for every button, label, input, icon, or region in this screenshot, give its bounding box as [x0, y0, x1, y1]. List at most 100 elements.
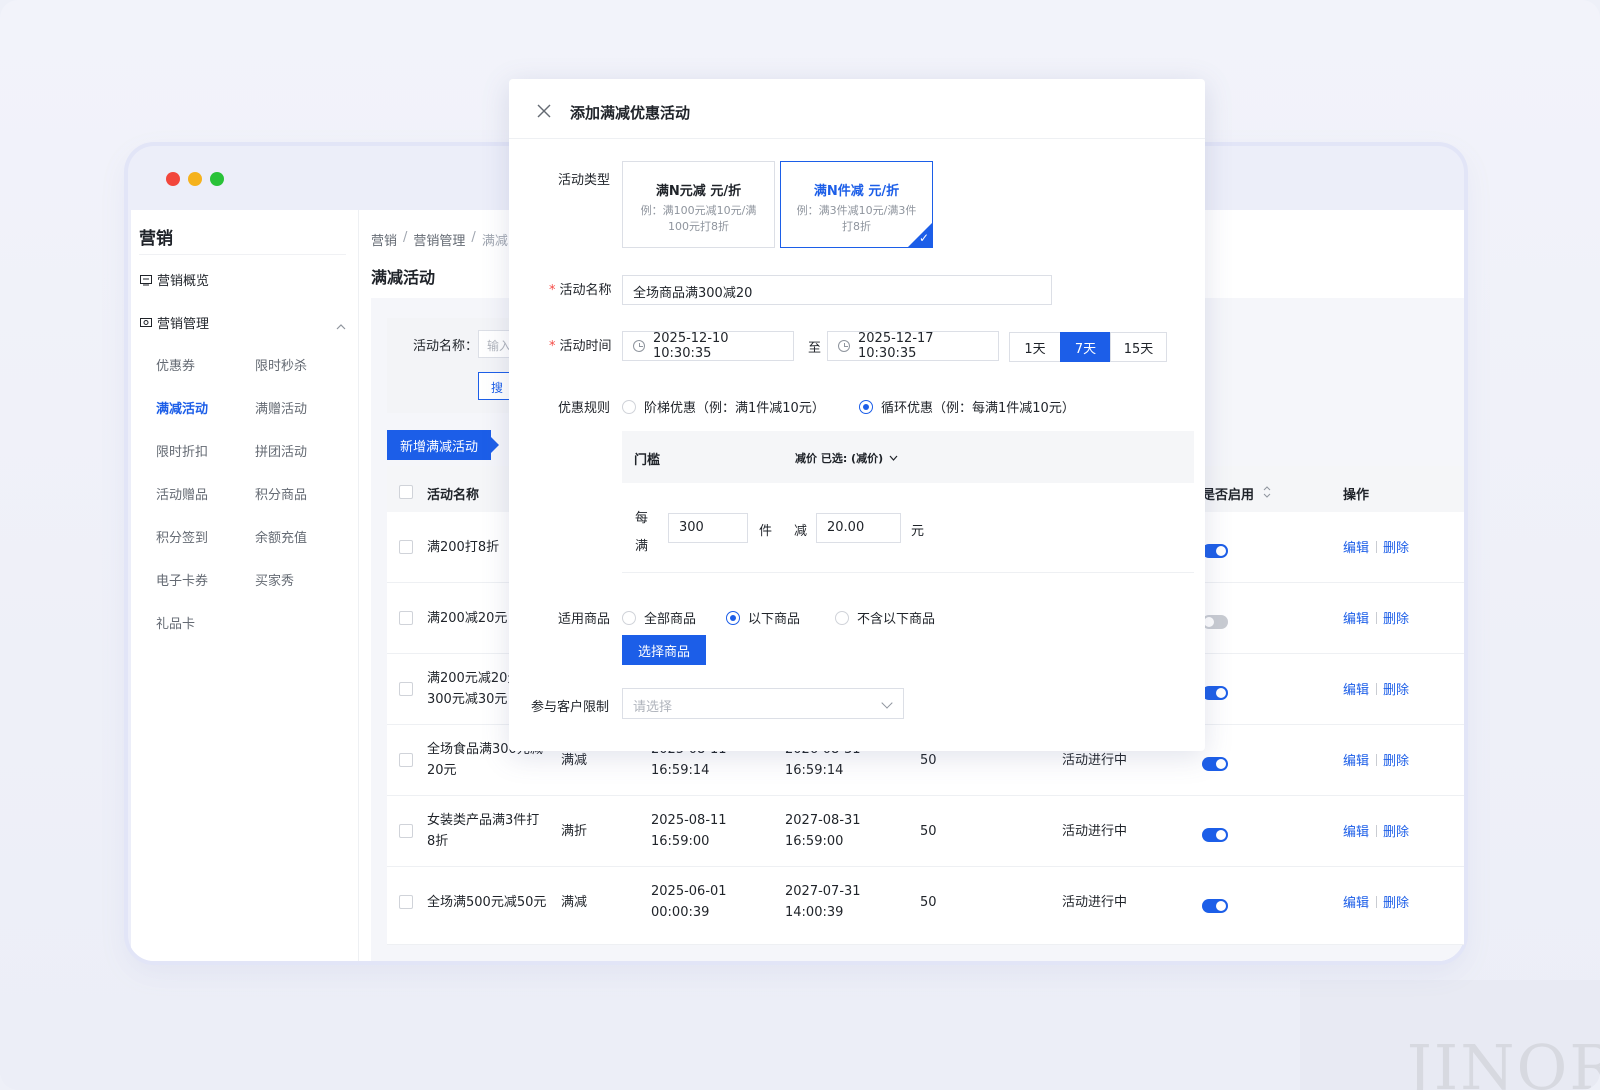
delete-link[interactable]: 删除 — [1383, 679, 1409, 698]
enable-toggle[interactable] — [1202, 828, 1228, 842]
enable-toggle[interactable] — [1202, 544, 1228, 558]
filter-label: 活动名称： — [413, 339, 479, 354]
rule-ladder-radio[interactable]: 阶梯优惠（例：满1件减10元） — [622, 397, 825, 416]
edit-link[interactable]: 编辑 — [1343, 892, 1369, 911]
sidebar-sub-coupon[interactable]: 优惠券 — [156, 355, 195, 374]
type-option-quantity[interactable]: 满N件减 元/折 例：满3件减10元/满3件打8折 ✓ — [780, 161, 933, 248]
cell-count: 50 — [920, 753, 937, 768]
reduce-dropdown[interactable]: 减价 已选: (减价) — [795, 450, 898, 466]
reduce-dropdown-label: 减价 已选: (减价) — [795, 452, 884, 465]
radio-label: 全部商品 — [644, 612, 697, 627]
rule-loop-radio[interactable]: 循环优惠（例：每满1件减10元） — [859, 397, 1075, 416]
amount-input[interactable]: 20.00 — [816, 513, 901, 543]
row-checkbox[interactable] — [399, 540, 413, 554]
minimize-dot[interactable] — [188, 172, 202, 186]
type-label: 活动类型 — [558, 173, 611, 188]
row-checkbox[interactable] — [399, 611, 413, 625]
edit-link[interactable]: 编辑 — [1343, 537, 1369, 556]
goods-exclude-radio[interactable]: 不含以下商品 — [835, 608, 935, 627]
chevron-up-icon[interactable] — [336, 322, 346, 332]
delete-link[interactable]: 删除 — [1383, 821, 1409, 840]
enable-toggle[interactable] — [1202, 899, 1228, 913]
type-option-title: 满N元减 元/折 — [655, 184, 742, 199]
radio-dot — [726, 610, 740, 625]
close-dot[interactable] — [166, 172, 180, 186]
name-label-text: 活动名称 — [559, 283, 612, 298]
delete-link[interactable]: 删除 — [1383, 537, 1409, 556]
unit-piece: 件 — [759, 524, 773, 539]
enable-toggle[interactable] — [1202, 686, 1228, 700]
edit-link[interactable]: 编辑 — [1343, 750, 1369, 769]
th-enabled[interactable]: 是否启用 — [1202, 484, 1254, 503]
minus-label: 减 — [794, 524, 808, 539]
duration-7d[interactable]: 7天 — [1060, 332, 1111, 362]
select-all-checkbox[interactable] — [399, 485, 413, 499]
goods-include-radio[interactable]: 以下商品 — [726, 608, 800, 627]
add-activity-button[interactable]: 新增满减活动 — [387, 430, 499, 460]
cell-end: 2027-07-31 14:00:39 — [785, 884, 861, 920]
chevron-down-icon — [889, 455, 898, 461]
duration-1d[interactable]: 1天 — [1009, 332, 1061, 362]
start-time-value: 2025-12-10 10:30:35 — [653, 331, 729, 361]
delete-link[interactable]: 删除 — [1383, 750, 1409, 769]
activity-name-input[interactable]: 全场商品满300减20 — [622, 275, 1052, 305]
duration-15d[interactable]: 15天 — [1110, 332, 1167, 362]
start-time-input[interactable]: 2025-12-10 10:30:35 — [622, 331, 794, 361]
end-time-input[interactable]: 2025-12-17 10:30:35 — [827, 331, 999, 361]
sidebar-sub-limited-discount[interactable]: 限时折扣 — [156, 441, 208, 460]
sidebar-sub-group-buy[interactable]: 拼团活动 — [255, 441, 307, 460]
row-checkbox[interactable] — [399, 753, 413, 767]
sidebar-sub-flash-sale[interactable]: 限时秒杀 — [255, 355, 307, 374]
row-checkbox[interactable] — [399, 682, 413, 696]
sidebar-sub-e-card[interactable]: 电子卡券 — [156, 570, 208, 589]
cell-status: 活动进行中 — [1062, 824, 1128, 839]
cell-status: 活动进行中 — [1062, 895, 1128, 910]
breadcrumb-item[interactable]: 营销 — [371, 230, 397, 249]
delete-link[interactable]: 删除 — [1383, 892, 1409, 911]
sidebar-sub-full-reduction[interactable]: 满减活动 — [156, 398, 208, 417]
row-checkbox[interactable] — [399, 895, 413, 909]
row-checkbox[interactable] — [399, 824, 413, 838]
cell-start: 2025-08-11 16:59:00 — [651, 813, 727, 849]
breadcrumb-item[interactable]: 营销管理 — [413, 230, 465, 249]
select-goods-button[interactable]: 选择商品 — [622, 635, 706, 665]
goods-all-radio[interactable]: 全部商品 — [622, 608, 696, 627]
sidebar-item-overview[interactable]: 营销概览 — [140, 270, 209, 289]
type-option-amount[interactable]: 满N元减 元/折 例：满100元减10元/满100元打8折 — [622, 161, 775, 248]
sidebar-sub-gift-card[interactable]: 礼品卡 — [156, 613, 195, 632]
edit-link[interactable]: 编辑 — [1343, 608, 1369, 627]
radio-label: 以下商品 — [748, 612, 801, 627]
quantity-input[interactable]: 300 — [668, 513, 748, 543]
enable-toggle[interactable] — [1202, 757, 1228, 771]
sidebar: 营销 营销概览 营销管理 优惠券 限时秒杀 满减活动 满赠活动 限时折扣 拼团活… — [131, 210, 359, 961]
sidebar-item-label: 营销概览 — [157, 274, 210, 289]
edit-link[interactable]: 编辑 — [1343, 679, 1369, 698]
sidebar-sub-checkin[interactable]: 积分签到 — [156, 527, 208, 546]
close-icon[interactable] — [537, 104, 551, 118]
table-row: 女装类产品满3件打 8折 满折 2025-08-11 16:59:00 2027-08… — [387, 796, 1464, 867]
sidebar-item-marketing-manage[interactable]: 营销管理 — [140, 313, 209, 332]
add-activity-modal: 添加满减优惠活动 活动类型 满N元减 元/折 例：满100元减10元/满100元… — [509, 79, 1205, 751]
delete-link[interactable]: 删除 — [1383, 608, 1409, 627]
link-divider — [1376, 896, 1377, 908]
breadcrumb-sep: / — [471, 230, 476, 245]
check-icon: ✓ — [918, 231, 929, 245]
radio-dot — [859, 399, 873, 414]
sidebar-sub-recharge[interactable]: 余额充值 — [255, 527, 307, 546]
sidebar-sub-gift[interactable]: 活动赠品 — [156, 484, 208, 503]
customer-limit-select[interactable]: 请选择 — [622, 688, 904, 719]
sidebar-divider — [139, 254, 346, 255]
maximize-dot[interactable] — [210, 172, 224, 186]
goods-label: 适用商品 — [558, 612, 611, 627]
edit-link[interactable]: 编辑 — [1343, 821, 1369, 840]
sort-icon[interactable] — [1263, 486, 1271, 498]
sidebar-item-label: 营销管理 — [157, 317, 210, 332]
sidebar-sub-buyer-show[interactable]: 买家秀 — [255, 570, 294, 589]
full-label: 满 — [635, 539, 649, 554]
overview-icon — [140, 274, 152, 285]
breadcrumb-item: 满减 — [481, 234, 508, 249]
sidebar-sub-points-goods[interactable]: 积分商品 — [255, 484, 307, 503]
time-label-text: 活动时间 — [559, 339, 612, 354]
enable-toggle[interactable] — [1202, 615, 1228, 629]
sidebar-sub-full-gift[interactable]: 满赠活动 — [255, 398, 307, 417]
